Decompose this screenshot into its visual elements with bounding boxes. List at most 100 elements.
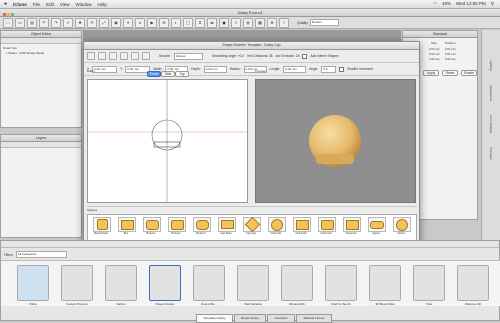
settings-icon[interactable]: ⚙ xyxy=(267,17,277,28)
dialog-title: Shape Modeler Template - Daisy Cap xyxy=(84,42,419,50)
library-item[interactable]: Window Ebb xyxy=(281,265,313,306)
open-icon[interactable]: ▭ xyxy=(15,17,25,28)
apply-button[interactable]: Apply xyxy=(423,70,439,76)
library-item[interactable]: Custom Presents xyxy=(61,265,93,306)
size-value[interactable]: 0.00 mm xyxy=(429,57,440,62)
tab-material-library[interactable]: Material Library xyxy=(296,314,332,323)
delete-node-icon[interactable] xyxy=(120,52,128,60)
shape-tile[interactable]: Button1 xyxy=(143,217,161,235)
layer-icon[interactable]: ≡ xyxy=(231,17,241,28)
tab-model-library[interactable]: Model Library xyxy=(234,314,266,323)
preview-viewport[interactable] xyxy=(255,79,416,203)
node-icon[interactable] xyxy=(98,52,106,60)
shape-tile[interactable]: Button3 xyxy=(193,217,211,235)
frame-icon[interactable]: ▢ xyxy=(183,17,193,28)
render-icon[interactable]: ▶ xyxy=(147,17,157,28)
smoothing-angle[interactable]: Smoothing Angle: +0.0 xyxy=(212,54,244,58)
shape-tile[interactable]: Box xyxy=(118,217,136,235)
line-icon[interactable] xyxy=(142,52,150,60)
tab-animation[interactable]: Animation xyxy=(267,314,295,323)
shape-tile[interactable]: Channel1 xyxy=(268,217,286,235)
menu-item-file[interactable]: File xyxy=(33,2,40,7)
wifi-icon[interactable]: ◠ xyxy=(433,1,437,7)
menu-item-view[interactable]: View xyxy=(60,2,70,7)
undo-icon[interactable]: ↶ xyxy=(39,17,49,28)
light-icon[interactable]: ☀ xyxy=(123,17,133,28)
library-item[interactable]: Pillow xyxy=(17,265,49,306)
shape-tile[interactable]: Channel2 xyxy=(293,217,311,235)
library-item[interactable]: Shelf Variation xyxy=(237,265,269,306)
clock[interactable]: Wed 12:05 PM xyxy=(456,1,486,7)
battery-status[interactable]: 49% xyxy=(442,1,451,7)
tab-appearance[interactable]: Appearance xyxy=(489,85,493,101)
vertical-divisions[interactable]: Vert. Divisions: 36 xyxy=(247,54,273,58)
apple-icon[interactable]: ● xyxy=(4,1,7,7)
group-icon[interactable]: ▣ xyxy=(219,17,229,28)
object-editor-panel: Object Editor Smart Scn ▸ Model - iCS0 S… xyxy=(0,30,82,128)
select-icon[interactable]: ➚ xyxy=(63,17,73,28)
library-item[interactable]: Shape Modeler xyxy=(149,265,181,306)
library-panel: Filters All Categories Pillow Custom Pre… xyxy=(0,240,500,323)
position-value[interactable]: 0.00 mm xyxy=(445,57,456,62)
add-node-icon[interactable] xyxy=(109,52,117,60)
tab-lighting[interactable]: Lighting xyxy=(489,60,493,71)
grid-icon[interactable]: # xyxy=(135,17,145,28)
rotate-icon[interactable]: ⟳ xyxy=(87,17,97,28)
col-header-position: Position xyxy=(444,41,456,45)
library-item[interactable]: Recent Bo... xyxy=(193,265,225,306)
menu-item-edit[interactable]: Edit xyxy=(46,2,54,7)
quality-select[interactable]: Render xyxy=(309,19,339,26)
library-item[interactable]: Tube xyxy=(413,265,445,306)
tab-top[interactable]: Top xyxy=(175,71,189,77)
library-item[interactable]: Shelf Un Bench xyxy=(325,265,357,306)
save-icon[interactable]: ▤ xyxy=(27,17,37,28)
shape-tile[interactable]: Button2 xyxy=(168,217,186,235)
standard-title: Standard xyxy=(403,31,477,38)
interim-checkbox[interactable] xyxy=(302,53,308,59)
tab-side[interactable]: Side xyxy=(161,71,175,77)
camera-icon[interactable]: ◉ xyxy=(111,17,121,28)
menu-item-window[interactable]: Window xyxy=(76,2,92,7)
tree-item[interactable]: ▸ Model - iCS0 Shape Model xyxy=(3,51,79,56)
help-icon[interactable]: ? xyxy=(279,17,289,28)
curve-icon[interactable] xyxy=(131,52,139,60)
move-icon[interactable]: ✥ xyxy=(75,17,85,28)
new-icon[interactable]: □ xyxy=(3,17,13,28)
shape-tile[interactable]: Cigar1 xyxy=(368,217,386,235)
tab-front[interactable]: Front xyxy=(147,71,161,77)
shape-tile[interactable]: Blank Bottle xyxy=(93,217,111,235)
menu-item-help[interactable]: Help xyxy=(98,2,107,7)
smooth-select[interactable]: Always xyxy=(173,52,203,60)
shape-tile[interactable]: Channel4 xyxy=(343,217,361,235)
shape-tile[interactable]: Cap Base xyxy=(218,217,236,235)
view-icon[interactable]: ◐ xyxy=(171,17,181,28)
search-icon[interactable]: ⚲ xyxy=(491,1,494,7)
tab-lens-settings[interactable]: Lens Settings xyxy=(489,115,493,133)
arc-emission[interactable]: Arc Emission: 24 xyxy=(276,54,300,58)
shape-tile[interactable]: Cap Cap xyxy=(243,216,261,235)
draw-icon[interactable] xyxy=(87,52,95,60)
smooth-label: Smooth: xyxy=(159,54,171,58)
tab-template-library[interactable]: Template Library xyxy=(196,314,233,323)
scale-icon[interactable]: ⤢ xyxy=(99,17,109,28)
shape-tile[interactable]: Circle1 xyxy=(393,217,411,235)
col-header-size: Size xyxy=(431,41,437,45)
reset-button[interactable]: Reset xyxy=(442,70,458,76)
redo-icon[interactable]: ↷ xyxy=(51,17,61,28)
snap-icon[interactable]: ⌗ xyxy=(195,17,205,28)
editor-canvas[interactable] xyxy=(87,79,248,203)
texture-icon[interactable]: ▦ xyxy=(255,17,265,28)
rotate-button[interactable]: Rotate xyxy=(461,70,477,76)
zoom-icon[interactable]: ⊕ xyxy=(159,17,169,28)
menu-item-app[interactable]: iClone xyxy=(13,2,27,7)
library-item[interactable]: Rachet xyxy=(105,265,137,306)
profile-drawing[interactable] xyxy=(88,80,247,202)
shape-tile[interactable]: Channel3 xyxy=(318,217,336,235)
library-item[interactable]: Welcome 3D xyxy=(457,265,489,306)
material-icon[interactable]: ◍ xyxy=(243,17,253,28)
library-item[interactable]: 3D Biosoft Bow xyxy=(369,265,401,306)
mirror-icon[interactable]: ⇄ xyxy=(207,17,217,28)
preview-render[interactable] xyxy=(256,80,415,202)
category-select[interactable]: All Categories xyxy=(15,251,67,258)
tab-animation[interactable]: Animation xyxy=(489,147,493,160)
